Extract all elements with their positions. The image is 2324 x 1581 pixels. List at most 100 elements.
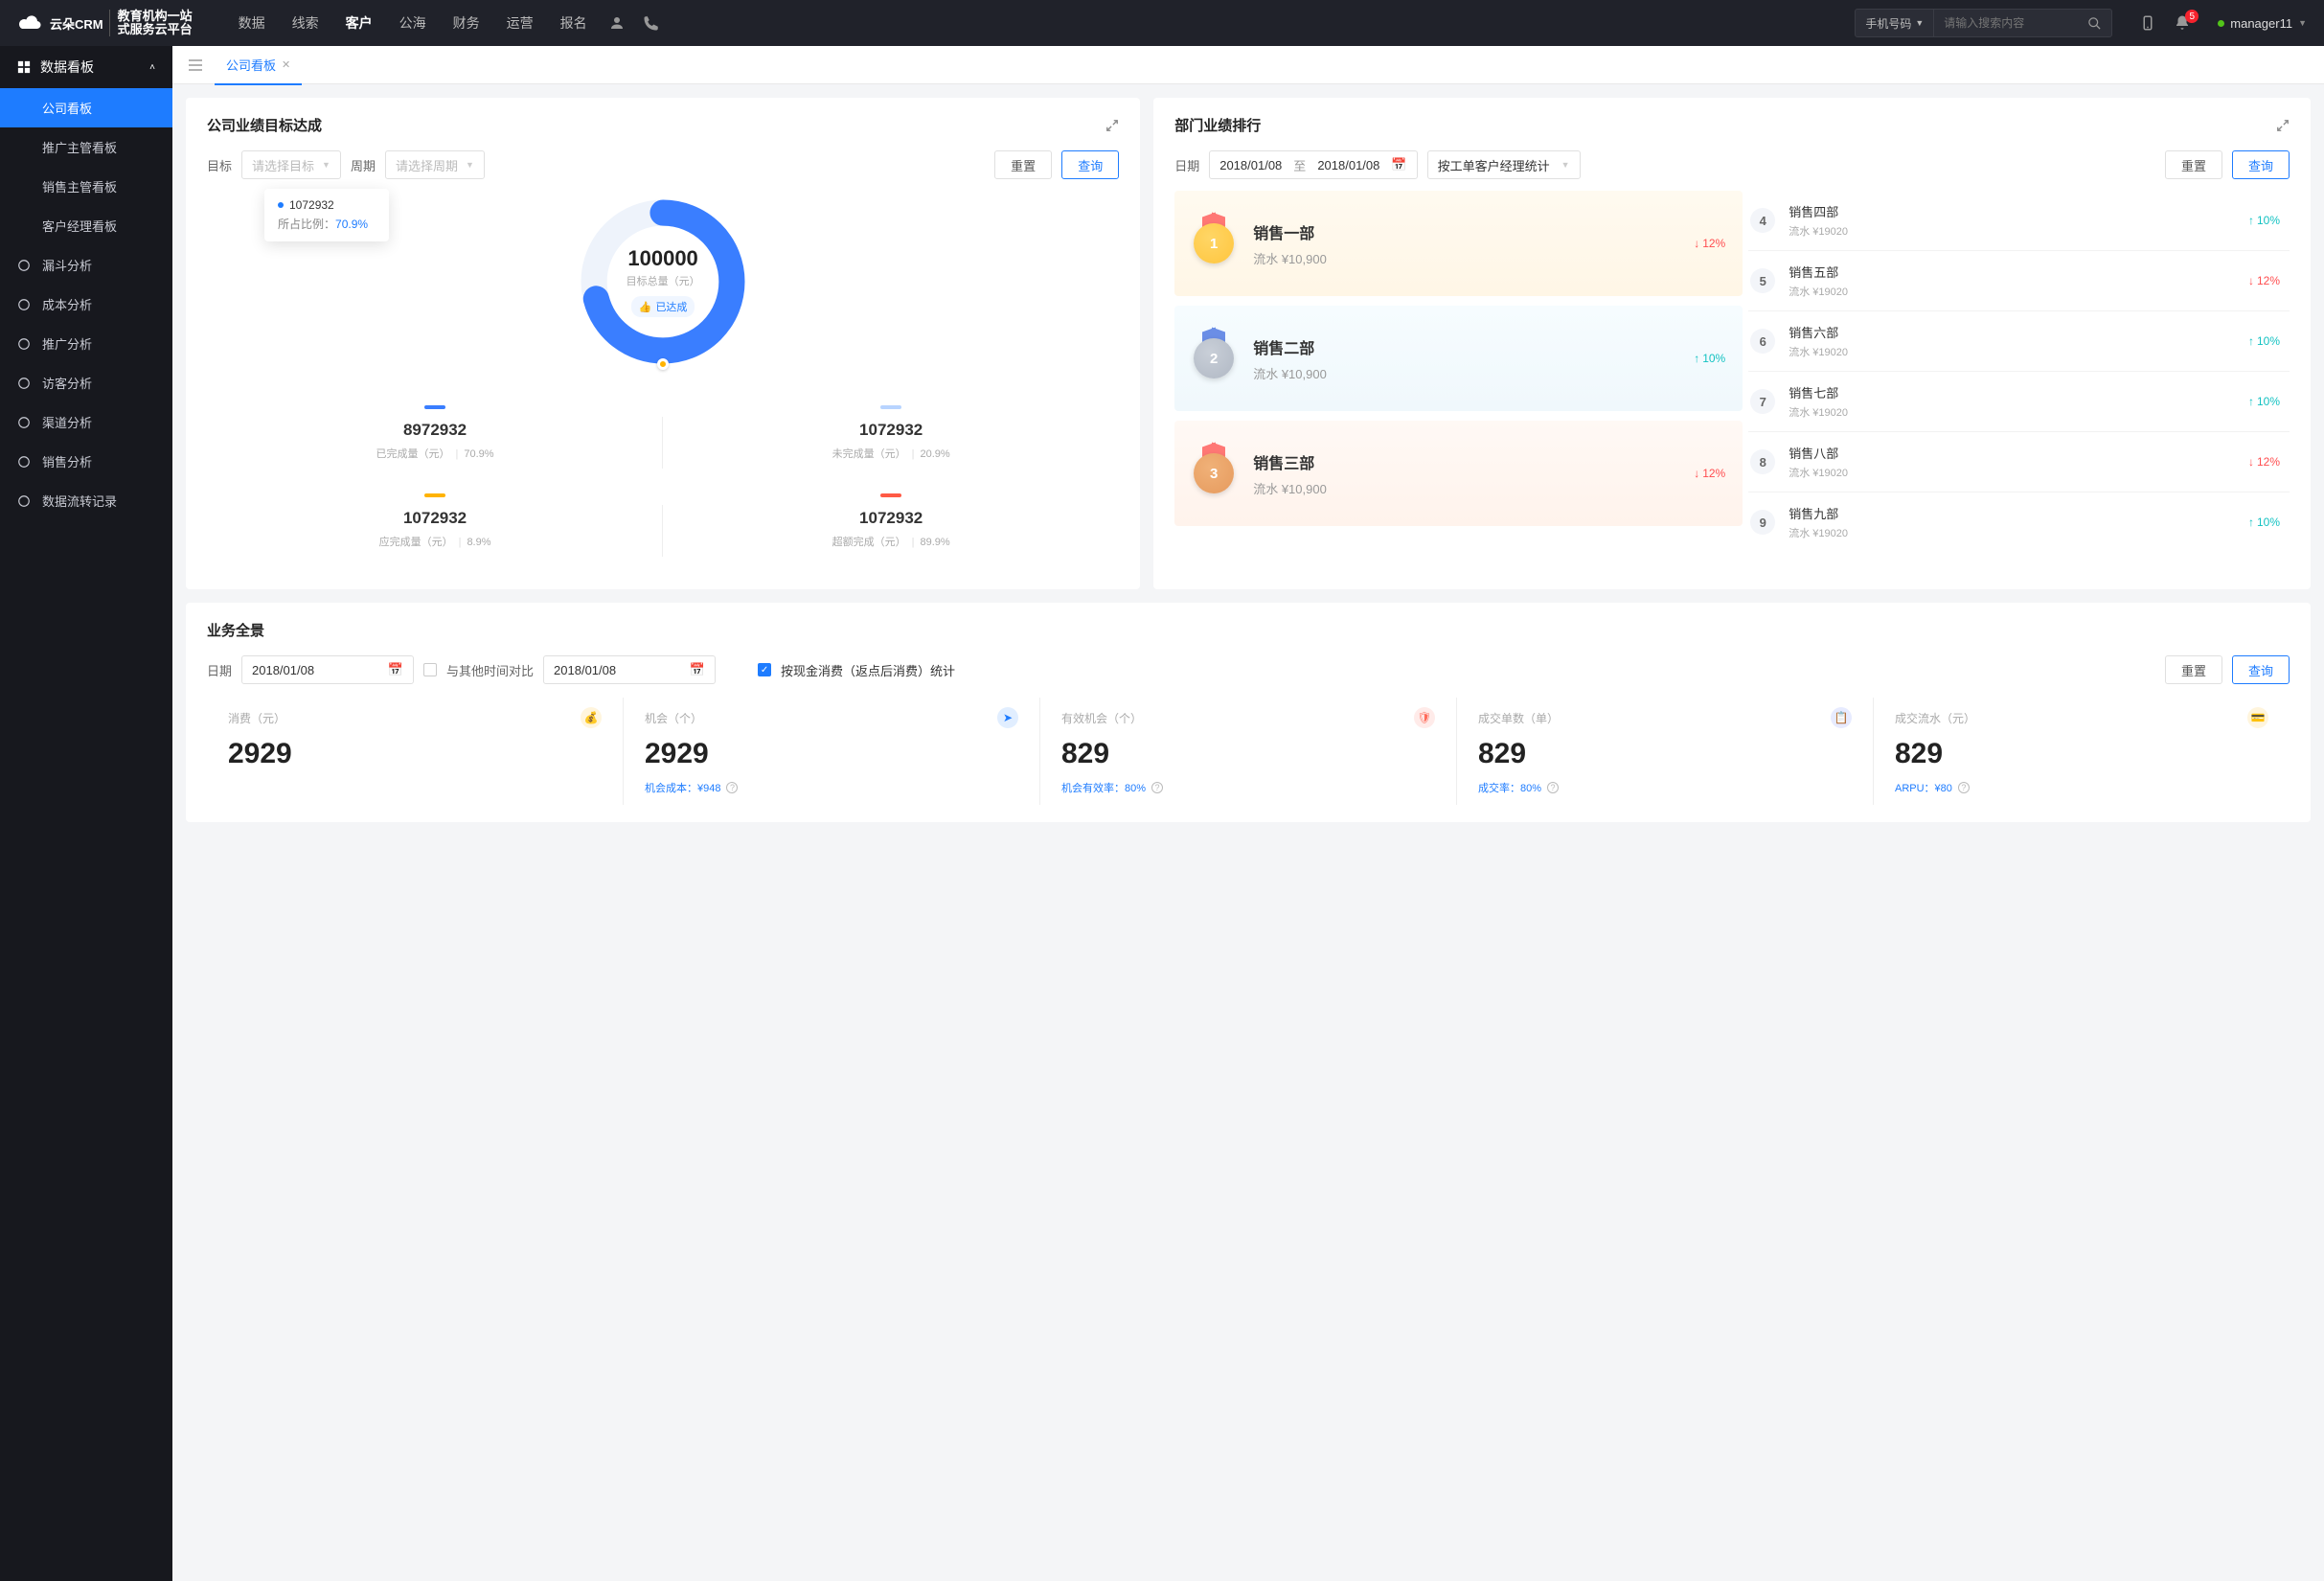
medal-icon: 2	[1192, 332, 1236, 385]
help-icon[interactable]: ?	[1151, 782, 1163, 793]
help-icon[interactable]: ?	[726, 782, 738, 793]
label-period: 周期	[351, 156, 376, 174]
date-from: 2018/01/08	[1219, 158, 1282, 172]
sidebar-item-0[interactable]: 公司看板	[0, 88, 172, 127]
top-nav: 云朵CRM 教育机构一站 式服务云平台 数据 线索 客户 公海 财务 运营 报名 手机号码 …	[0, 0, 2324, 46]
chart-handle	[657, 358, 669, 370]
select-method[interactable]: 按工单客户经理统计 ▼	[1427, 150, 1581, 179]
sidebar-fn-4[interactable]: 渠道分析	[0, 402, 172, 442]
reset-button[interactable]: 重置	[994, 150, 1052, 179]
visitor-icon	[17, 377, 31, 390]
sidebar-item-3[interactable]: 客户经理看板	[0, 206, 172, 245]
select-target[interactable]: 请选择目标 ▼	[241, 150, 341, 179]
medal-icon: 1	[1192, 217, 1236, 270]
cash-checkbox[interactable]: ✓	[758, 663, 771, 676]
user-icon[interactable]	[608, 14, 626, 32]
sidebar-group-dashboard[interactable]: 数据看板 ˄	[0, 46, 172, 88]
date-sep: 至	[1293, 156, 1306, 174]
mobile-icon[interactable]	[2139, 14, 2156, 32]
user-menu[interactable]: manager11 ▼	[2218, 16, 2307, 31]
help-icon[interactable]: ?	[1958, 782, 1970, 793]
topnav-item-2[interactable]: 客户	[346, 13, 373, 33]
main: 公司看板 ✕ 公司业绩目标达成 目标	[172, 46, 2324, 1581]
rank-card-2: 2销售二部流水 ¥10,900↑ 10%	[1174, 306, 1743, 411]
status-dot	[2218, 20, 2224, 27]
user-name: manager11	[2230, 16, 2292, 31]
topnav-item-5[interactable]: 运营	[507, 13, 534, 33]
stat-cell-1: 1072932未完成量（元）|20.9%	[663, 396, 1119, 484]
biz-card-1: 机会（个）➤2929机会成本：¥948 ?	[623, 698, 1039, 805]
select-period[interactable]: 请选择周期 ▼	[385, 150, 485, 179]
sidebar-fn-3[interactable]: 访客分析	[0, 363, 172, 402]
bell-icon[interactable]: 5	[2174, 14, 2191, 32]
channel-icon	[17, 416, 31, 429]
donut-label: 目标总量（元）	[627, 273, 700, 288]
query-button[interactable]: 查询	[2232, 150, 2290, 179]
sidebar-fn-5[interactable]: 销售分析	[0, 442, 172, 481]
topnav-item-6[interactable]: 报名	[560, 13, 587, 33]
select-label: 按工单客户经理统计	[1438, 156, 1550, 174]
logo[interactable]: 云朵CRM 教育机构一站 式服务云平台	[17, 10, 193, 37]
topnav-item-0[interactable]: 数据	[239, 13, 265, 33]
expand-icon[interactable]	[2276, 119, 2290, 132]
date-input-2[interactable]: 2018/01/08 📅	[543, 655, 716, 684]
reset-button[interactable]: 重置	[2165, 655, 2222, 684]
select-placeholder: 请选择周期	[396, 156, 458, 174]
search-input[interactable]	[1934, 16, 2078, 30]
tab-company-board[interactable]: 公司看板 ✕	[215, 46, 302, 84]
biz-icon: 💳	[2247, 707, 2268, 728]
arrow-icon: ↑	[2248, 334, 2254, 348]
rank-row-4: 4销售四部流水 ¥19020↑ 10%	[1748, 191, 2290, 250]
phone-icon[interactable]	[643, 14, 660, 32]
biz-icon: ➤	[997, 707, 1018, 728]
search: 手机号码 ▼	[1855, 9, 2112, 37]
stat-cell-0: 8972932已完成量（元）|70.9%	[207, 396, 663, 484]
close-icon[interactable]: ✕	[282, 58, 290, 71]
logo-sub1: 教育机构一站	[118, 10, 193, 23]
arrow-icon: ↓	[1694, 237, 1699, 250]
stat-cell-3: 1072932超额完成（元）|89.9%	[663, 484, 1119, 572]
cash-label: 按现金消费（返点后消费）统计	[781, 661, 955, 679]
search-button[interactable]	[2078, 16, 2111, 31]
stat-cell-2: 1072932应完成量（元）|8.9%	[207, 484, 663, 572]
query-button[interactable]: 查询	[2232, 655, 2290, 684]
calendar-icon: 📅	[690, 662, 705, 677]
expand-icon[interactable]	[1105, 119, 1119, 132]
chevron-down-icon: ▼	[2298, 18, 2307, 28]
rank-row-6: 6销售六部流水 ¥19020↑ 10%	[1748, 310, 2290, 371]
sidebar-fn-1[interactable]: 成本分析	[0, 285, 172, 324]
sidebar-item-2[interactable]: 销售主管看板	[0, 167, 172, 206]
compare-label: 与其他时间对比	[446, 661, 534, 679]
biz-icon: 📋	[1831, 707, 1852, 728]
sidebar-item-1[interactable]: 推广主管看板	[0, 127, 172, 167]
sidebar-fn-0[interactable]: 漏斗分析	[0, 245, 172, 285]
reset-button[interactable]: 重置	[2165, 150, 2222, 179]
arrow-icon: ↑	[2248, 395, 2254, 408]
calendar-icon: 📅	[388, 662, 403, 677]
panel-title: 部门业绩排行	[1174, 115, 1261, 135]
collapse-sidebar-button[interactable]	[182, 58, 209, 72]
sidebar: 数据看板 ˄ 公司看板推广主管看板销售主管看板客户经理看板 漏斗分析成本分析推广…	[0, 46, 172, 1581]
biz-icon: 💰	[581, 707, 602, 728]
panel-biz: 业务全景 日期 2018/01/08 📅 与其他时间对比 2018/01/08 …	[186, 603, 2311, 822]
arrow-icon: ↑	[2248, 214, 2254, 227]
sidebar-fn-6[interactable]: 数据流转记录	[0, 481, 172, 520]
date-range[interactable]: 2018/01/08 至 2018/01/08 📅	[1209, 150, 1417, 179]
compare-checkbox[interactable]	[423, 663, 437, 676]
date-input-1[interactable]: 2018/01/08 📅	[241, 655, 414, 684]
search-type-label: 手机号码	[1865, 15, 1911, 32]
sidebar-fn-2[interactable]: 推广分析	[0, 324, 172, 363]
topnav-item-1[interactable]: 线索	[292, 13, 319, 33]
biz-card-0: 消费（元）💰2929	[207, 698, 623, 805]
arrow-icon: ↑	[1694, 352, 1699, 365]
query-button[interactable]: 查询	[1061, 150, 1119, 179]
biz-card-4: 成交流水（元）💳829ARPU：¥80 ?	[1873, 698, 2290, 805]
label-date: 日期	[207, 661, 232, 679]
search-type-select[interactable]: 手机号码 ▼	[1856, 10, 1934, 36]
topnav-item-3[interactable]: 公海	[399, 13, 426, 33]
topnav-item-4[interactable]: 财务	[453, 13, 480, 33]
arrow-icon: ↑	[2248, 516, 2254, 529]
help-icon[interactable]: ?	[1547, 782, 1559, 793]
chevron-down-icon: ▼	[466, 160, 474, 170]
label-target: 目标	[207, 156, 232, 174]
